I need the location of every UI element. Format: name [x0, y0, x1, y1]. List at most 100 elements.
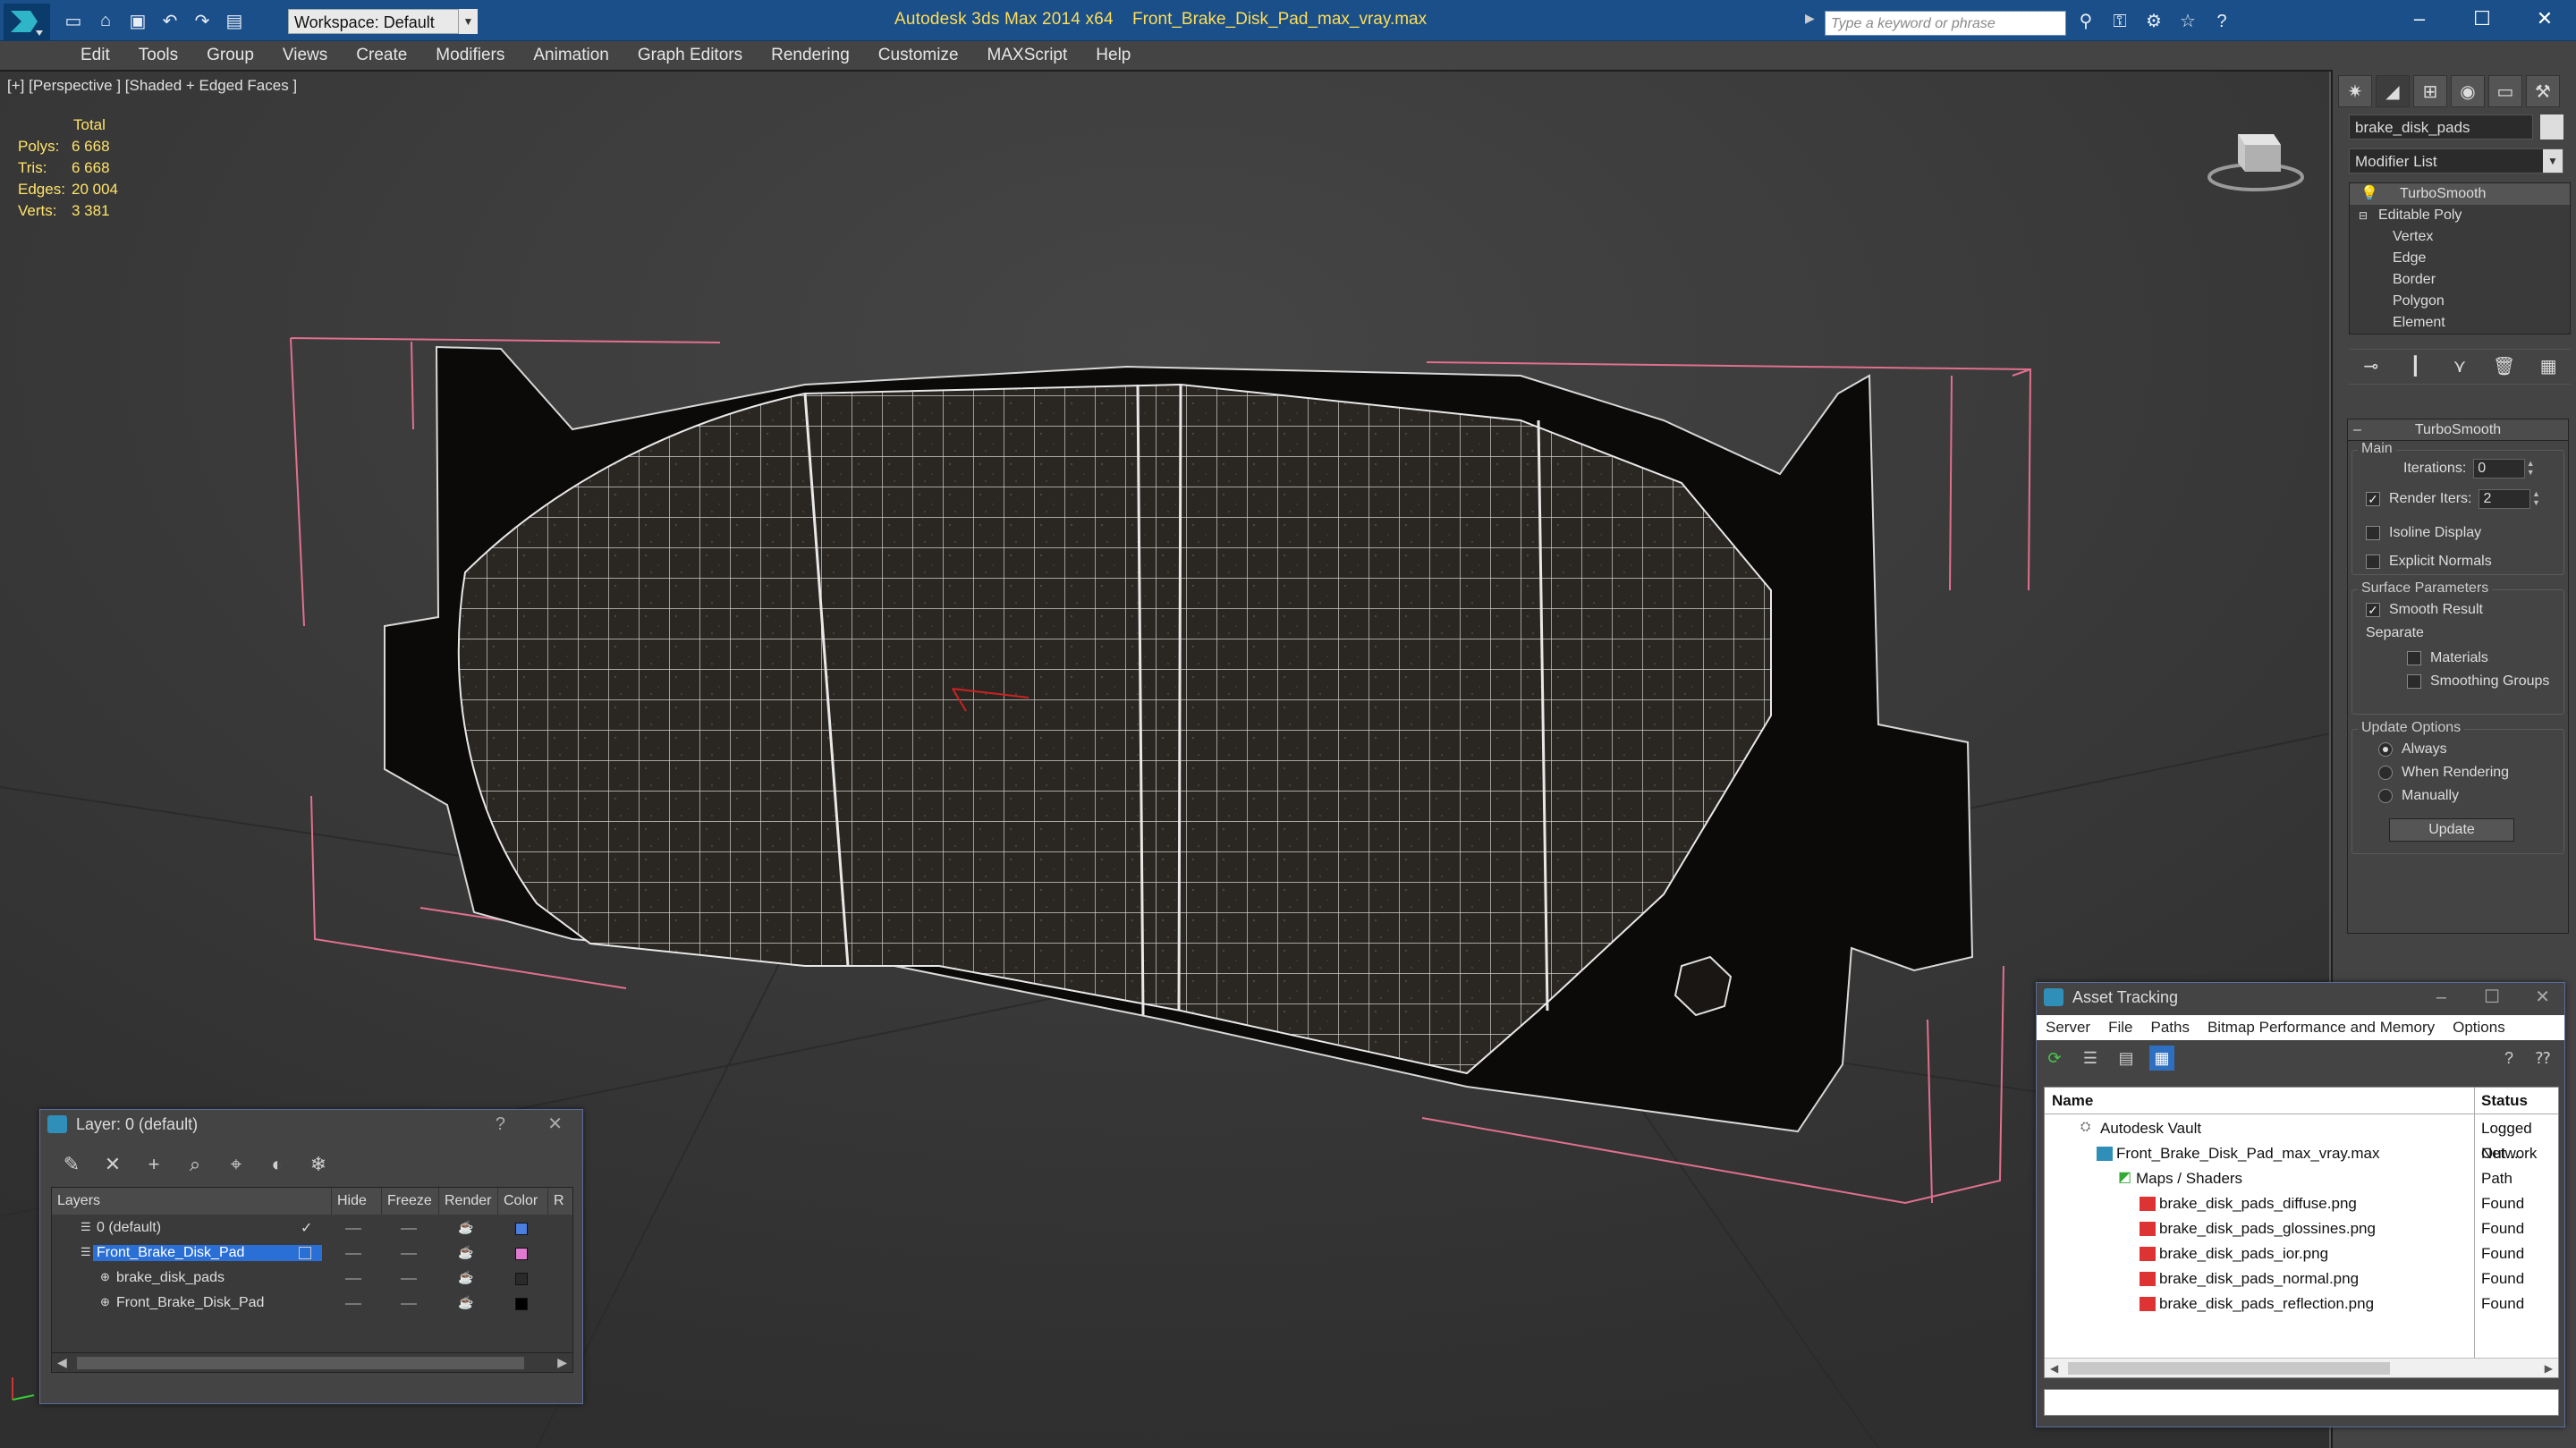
freeze-toggle[interactable] — [401, 1303, 417, 1305]
project-folder-icon[interactable]: ▤ — [220, 7, 249, 34]
scroll-left-icon[interactable]: ◀ — [2050, 1362, 2058, 1375]
open-file-icon[interactable]: ⌂ — [91, 7, 120, 34]
col-hide[interactable]: Hide — [331, 1188, 381, 1215]
close-icon[interactable]: ✕ — [2513, 0, 2576, 38]
stack-item-editable-poly[interactable]: ⊟ Editable Poly — [2350, 205, 2570, 226]
minimize-icon[interactable]: – — [2436, 983, 2446, 1012]
render-teapot-icon[interactable]: ☕ — [458, 1295, 473, 1310]
menu-maxscript[interactable]: MAXScript — [973, 41, 1082, 70]
utilities-tab-icon[interactable]: ⚒ — [2526, 75, 2560, 107]
collapse-minus-icon[interactable]: ⊟ — [2359, 205, 2368, 226]
menu-options[interactable]: Options — [2444, 1015, 2514, 1040]
configure-modifier-sets-icon[interactable]: ▦ — [2535, 353, 2562, 380]
active-layer-check-icon[interactable]: ✓ — [301, 1219, 312, 1237]
menu-server[interactable]: Server — [2037, 1015, 2099, 1040]
asset-row[interactable]: brake_disk_pads_diffuse.png Found — [2045, 1191, 2558, 1216]
menu-tools[interactable]: Tools — [124, 41, 192, 70]
manually-radio[interactable] — [2378, 789, 2393, 803]
render-teapot-icon[interactable]: ☕ — [458, 1270, 473, 1285]
redo-icon[interactable]: ↷ — [188, 7, 216, 34]
close-icon[interactable]: ✕ — [547, 1110, 563, 1139]
menu-group[interactable]: Group — [192, 41, 268, 70]
refresh-icon[interactable]: ⟳ — [2042, 1046, 2067, 1071]
asset-row[interactable]: brake_disk_pads_normal.png Found — [2045, 1266, 2558, 1291]
undo-icon[interactable]: ↶ — [156, 7, 184, 34]
object-name-field[interactable]: brake_disk_pads — [2349, 114, 2533, 140]
select-in-layer-icon[interactable]: ⌕ — [180, 1151, 210, 1178]
col-layers[interactable]: Layers — [52, 1188, 331, 1215]
hierarchy-tab-icon[interactable]: ⊞ — [2413, 75, 2447, 107]
highlight-selected-icon[interactable]: ⌖ — [221, 1151, 251, 1178]
scroll-right-icon[interactable]: ▶ — [2545, 1362, 2553, 1375]
stack-subobject-vertex[interactable]: Vertex — [2350, 226, 2570, 248]
explicit-normals-checkbox[interactable] — [2366, 555, 2380, 569]
layer-row[interactable]: ☰ Front_Brake_Disk_Pad ☕ — [52, 1241, 572, 1266]
asset-row[interactable]: Front_Brake_Disk_Pad_max_vray.max Networ… — [2045, 1141, 2558, 1187]
rollout-header[interactable]: – TurboSmooth — [2348, 419, 2568, 441]
asset-row[interactable]: brake_disk_pads_reflection.png Found — [2045, 1291, 2558, 1317]
scroll-left-icon[interactable]: ◀ — [57, 1355, 67, 1370]
menu-edit[interactable]: Edit — [66, 41, 124, 70]
asset-row[interactable]: brake_disk_pads_glossines.png Found — [2045, 1216, 2558, 1241]
maximize-icon[interactable]: ☐ — [2451, 0, 2513, 38]
update-button[interactable]: Update — [2389, 818, 2514, 842]
new-layer-icon[interactable]: ✎ — [56, 1151, 87, 1178]
menu-paths[interactable]: Paths — [2141, 1015, 2198, 1040]
materials-checkbox[interactable] — [2407, 651, 2421, 665]
spinner-arrows-icon[interactable]: ▲ ▼ — [2525, 459, 2536, 478]
table-view-icon[interactable]: ▦ — [2149, 1046, 2174, 1071]
col-name[interactable]: Name — [2045, 1088, 2093, 1114]
col-color[interactable]: Color — [497, 1188, 547, 1215]
hide-toggle[interactable] — [345, 1278, 361, 1280]
col-status[interactable]: Status — [2474, 1088, 2528, 1114]
remove-modifier-icon[interactable]: 🗑 — [2491, 353, 2518, 380]
add-to-layer-icon[interactable]: + — [139, 1151, 169, 1178]
menu-graph-editors[interactable]: Graph Editors — [623, 41, 757, 70]
search-input[interactable]: Type a keyword or phrase — [1825, 11, 2066, 36]
thumbnail-view-icon[interactable]: ▤ — [2114, 1046, 2139, 1071]
layer-color-swatch[interactable] — [515, 1273, 528, 1285]
col-freeze[interactable]: Freeze — [381, 1188, 438, 1215]
layer-color-swatch[interactable] — [515, 1223, 528, 1235]
freeze-toggle[interactable] — [401, 1228, 417, 1230]
chevron-down-icon[interactable]: ▼ — [2543, 149, 2563, 173]
new-file-icon[interactable]: ▭ — [59, 7, 88, 34]
display-tab-icon[interactable]: ▭ — [2488, 75, 2522, 107]
stack-subobject-border[interactable]: Border — [2350, 269, 2570, 291]
col-radiosity[interactable]: R — [547, 1188, 572, 1215]
minimize-icon[interactable]: – — [2388, 0, 2451, 38]
smoothing-groups-checkbox[interactable] — [2407, 674, 2421, 689]
help-icon[interactable]: ? — [2209, 9, 2234, 34]
hide-toggle[interactable] — [345, 1303, 361, 1305]
iterations-spinner[interactable]: 0 — [2473, 459, 2526, 478]
asset-row[interactable]: ◩ Maps / Shaders — [2045, 1166, 2558, 1191]
modifier-list-dropdown[interactable]: Modifier List ▼ — [2349, 148, 2563, 174]
menu-views[interactable]: Views — [268, 41, 342, 70]
render-iters-spinner[interactable]: 2 — [2479, 489, 2531, 509]
set-current-layer-box[interactable] — [299, 1247, 311, 1259]
always-radio[interactable] — [2378, 742, 2393, 757]
scroll-thumb[interactable] — [2068, 1362, 2390, 1375]
asset-row[interactable]: ⛭ Autodesk Vault Logged Out ... — [2045, 1116, 2558, 1162]
menu-help[interactable]: Help — [1081, 41, 1145, 70]
maximize-icon[interactable]: ☐ — [2484, 983, 2500, 1012]
menu-create[interactable]: Create — [342, 41, 421, 70]
lightbulb-icon[interactable]: 💡 — [2360, 183, 2378, 205]
delete-layer-icon[interactable]: ✕ — [97, 1151, 128, 1178]
create-tab-icon[interactable]: ✷ — [2338, 75, 2372, 107]
when-rendering-radio[interactable] — [2378, 766, 2393, 780]
isoline-display-checkbox[interactable] — [2366, 526, 2380, 540]
stack-subobject-element[interactable]: Element — [2350, 312, 2570, 334]
hide-toggle[interactable] — [345, 1253, 361, 1255]
menu-rendering[interactable]: Rendering — [757, 41, 864, 70]
workspace-dropdown[interactable]: Workspace: Default — [288, 9, 476, 34]
show-end-result-icon[interactable]: ┃ — [2402, 353, 2428, 380]
freeze-toggle[interactable] — [401, 1253, 417, 1255]
smooth-result-checkbox[interactable]: ✓ — [2366, 603, 2380, 617]
horizontal-scrollbar[interactable]: ◀ ▶ — [52, 1352, 572, 1372]
menu-file[interactable]: File — [2099, 1015, 2141, 1040]
viewcube-icon[interactable] — [2200, 116, 2308, 197]
menu-modifiers[interactable]: Modifiers — [421, 41, 519, 70]
scroll-thumb[interactable] — [77, 1357, 524, 1369]
search-expand-icon[interactable]: ▶ — [1805, 11, 1823, 36]
